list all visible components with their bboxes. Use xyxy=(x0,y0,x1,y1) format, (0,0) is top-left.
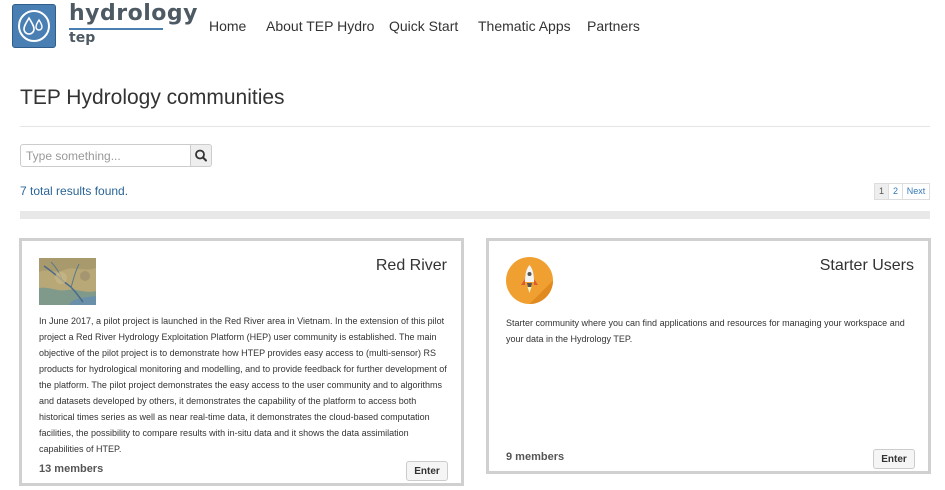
members-count: 9 members xyxy=(506,451,565,463)
community-description: In June 2017, a pilot project is launche… xyxy=(39,316,447,454)
water-drops-logo-icon[interactable] xyxy=(12,4,56,48)
nav-home[interactable]: Home xyxy=(209,18,246,34)
search-group xyxy=(20,144,212,167)
enter-button[interactable]: Enter xyxy=(406,461,448,481)
search-input[interactable] xyxy=(20,144,191,167)
community-name: Starter Users xyxy=(819,257,914,274)
page-title: TEP Hydrology communities xyxy=(20,86,285,109)
divider xyxy=(20,126,930,127)
enter-button[interactable]: Enter xyxy=(873,449,915,469)
rocket-icon xyxy=(506,257,553,304)
nav-partners[interactable]: Partners xyxy=(587,18,640,34)
nav-quick-start[interactable]: Quick Start xyxy=(389,18,458,34)
separator-bar xyxy=(20,211,930,219)
page-2-link[interactable]: 2 xyxy=(888,183,903,200)
community-description: Starter community where you can find app… xyxy=(506,318,905,344)
site-header: hydrology tep Home About TEP Hydro Quick… xyxy=(0,0,945,56)
members-count: 13 members xyxy=(39,463,104,475)
page-1-link[interactable]: 1 xyxy=(874,183,889,200)
logo-subtitle: tep xyxy=(69,30,96,46)
community-name: Red River xyxy=(375,257,447,274)
search-button[interactable] xyxy=(190,144,212,167)
logo-wordmark[interactable]: hydrology xyxy=(69,0,198,28)
nav-about[interactable]: About TEP Hydro xyxy=(266,18,374,34)
results-count: 7 total results found. xyxy=(20,184,129,198)
community-card-starter-users: Starter Users Starter community where yo… xyxy=(486,238,931,474)
nav-thematic-apps[interactable]: Thematic Apps xyxy=(478,18,571,34)
community-card-red-river: Red River In June 2017, a pilot project … xyxy=(19,238,464,486)
search-icon xyxy=(195,149,207,162)
next-page-link[interactable]: Next xyxy=(902,183,930,200)
red-river-map-thumbnail xyxy=(39,258,96,305)
